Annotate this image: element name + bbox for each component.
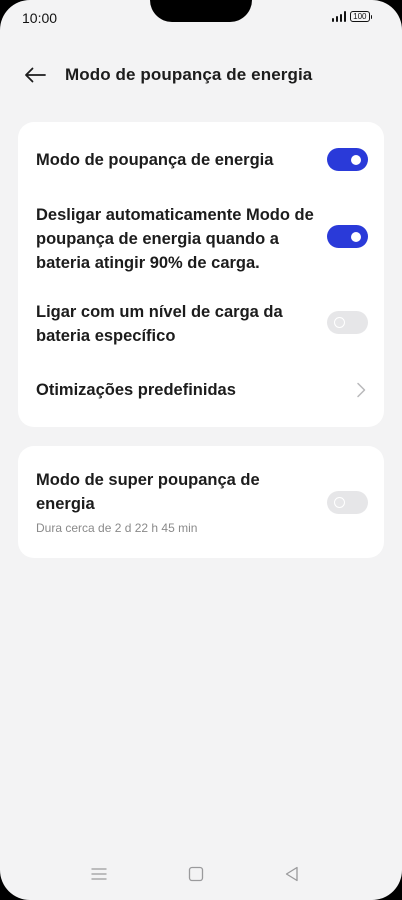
header: Modo de poupança de energia: [0, 56, 402, 94]
settings-card: Modo de poupança de energia Desligar aut…: [18, 122, 384, 427]
status-time: 10:00: [22, 10, 58, 26]
auto-disable-row[interactable]: Desligar automaticamente Modo de poupanç…: [36, 203, 368, 277]
specific-level-row[interactable]: Ligar com um nível de carga da bateria e…: [36, 300, 368, 350]
screen: 10:00 100 Modo de poupança de energia Mo…: [0, 0, 402, 900]
status-bar: 10:00 100: [0, 0, 402, 36]
battery-icon: 100: [350, 11, 372, 22]
specific-level-toggle[interactable]: [327, 311, 368, 334]
menu-button[interactable]: [89, 864, 111, 884]
camera-notch: [150, 0, 252, 22]
auto-disable-label: Desligar automaticamente Modo de poupanç…: [36, 206, 314, 272]
super-saving-card: Modo de super poupança de energia Dura c…: [18, 446, 384, 558]
page-title: Modo de poupança de energia: [65, 65, 313, 84]
signal-icon: [331, 11, 347, 22]
super-saving-toggle[interactable]: [327, 491, 368, 514]
chevron-right-icon: [357, 382, 366, 398]
optimizations-row[interactable]: Otimizações predefinidas: [36, 377, 368, 403]
super-saving-label: Modo de super poupança de energia: [36, 471, 260, 513]
status-icons: 100: [331, 11, 372, 22]
back-arrow-icon: [25, 67, 46, 83]
power-saving-label: Modo de poupança de energia: [36, 151, 274, 169]
specific-level-label: Ligar com um nível de carga da bateria e…: [36, 303, 283, 345]
super-saving-subtitle: Dura cerca de 2 d 22 h 45 min: [36, 521, 198, 535]
back-triangle-icon: [285, 866, 298, 882]
battery-level: 100: [350, 11, 370, 22]
menu-icon: [91, 868, 107, 880]
navigation-bar: [0, 850, 402, 900]
power-saving-toggle[interactable]: [327, 148, 368, 171]
home-button[interactable]: [186, 864, 208, 884]
optimizations-label: Otimizações predefinidas: [36, 381, 236, 399]
home-icon: [188, 866, 204, 882]
power-saving-row[interactable]: Modo de poupança de energia: [36, 147, 368, 173]
super-saving-row[interactable]: Modo de super poupança de energia Dura c…: [36, 468, 368, 538]
auto-disable-toggle[interactable]: [327, 225, 368, 248]
back-button[interactable]: [22, 64, 48, 86]
back-nav-button[interactable]: [282, 864, 304, 884]
